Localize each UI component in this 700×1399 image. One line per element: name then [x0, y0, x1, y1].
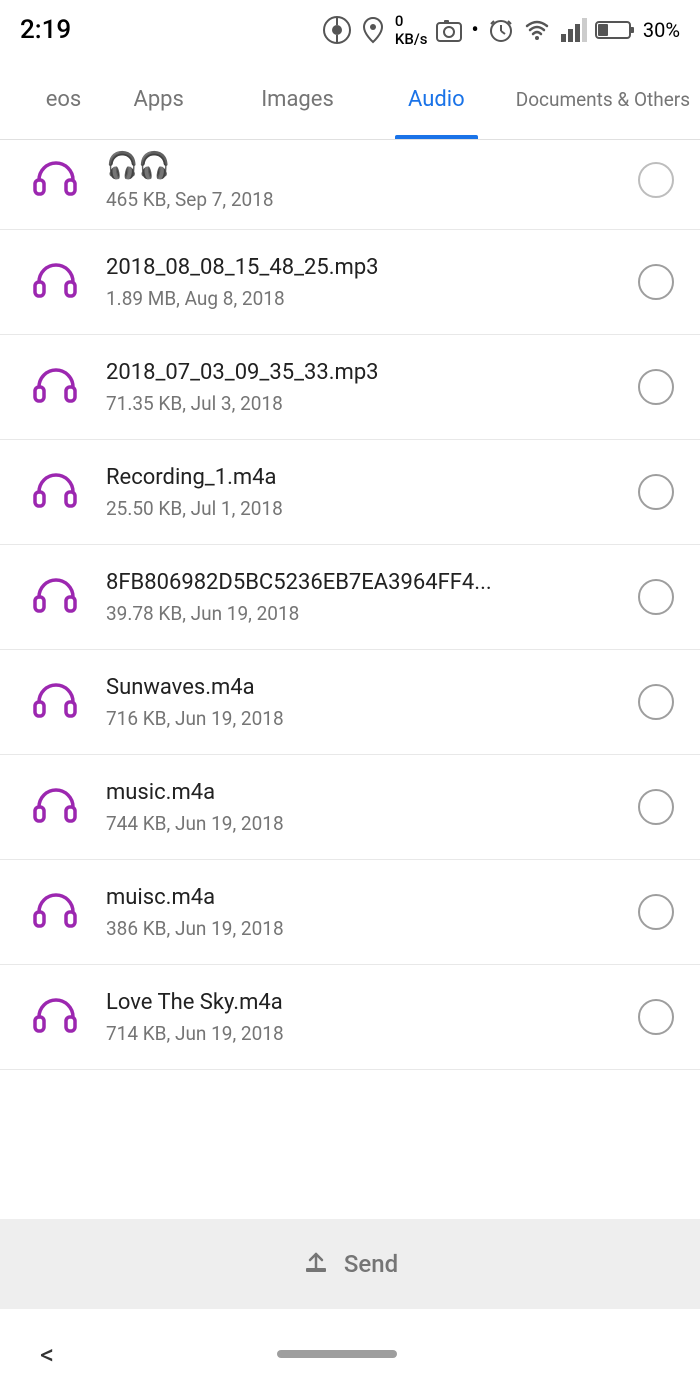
- file-info: music.m4a 744 KB, Jun 19, 2018: [90, 779, 632, 835]
- file-info: Sunwaves.m4a 716 KB, Jun 19, 2018: [90, 674, 632, 730]
- home-indicator[interactable]: [277, 1350, 397, 1358]
- file-info: 🎧🎧 465 KB, Sep 7, 2018: [90, 150, 632, 211]
- file-info: 8FB806982D5BC5236EB7EA3964FF4... 39.78 K…: [90, 569, 632, 625]
- file-meta: 744 KB, Jun 19, 2018: [106, 812, 616, 835]
- file-info: Recording_1.m4a 25.50 KB, Jul 1, 2018: [90, 464, 632, 520]
- file-name: Love The Sky.m4a: [106, 989, 616, 1018]
- battery-icon: [595, 19, 635, 41]
- file-meta: 25.50 KB, Jul 1, 2018: [106, 497, 616, 520]
- audio-icon: [20, 886, 90, 938]
- list-item[interactable]: Love The Sky.m4a 714 KB, Jun 19, 2018: [0, 965, 700, 1070]
- list-item[interactable]: music.m4a 744 KB, Jun 19, 2018: [0, 755, 700, 860]
- file-checkbox[interactable]: [632, 894, 680, 930]
- audio-icon: [20, 571, 90, 623]
- status-icons: 0KB/s •: [323, 12, 680, 48]
- file-checkbox[interactable]: [632, 684, 680, 720]
- audio-icon: [20, 676, 90, 728]
- file-checkbox[interactable]: [632, 369, 680, 405]
- status-time: 2:19: [20, 15, 71, 45]
- file-name: 8FB806982D5BC5236EB7EA3964FF4...: [106, 569, 616, 598]
- list-item[interactable]: 2018_08_08_15_48_25.mp3 1.89 MB, Aug 8, …: [0, 230, 700, 335]
- notification-dot: •: [471, 18, 478, 43]
- audio-icon: [20, 991, 90, 1043]
- tab-documents[interactable]: Documents & Others: [506, 60, 700, 139]
- file-name: muisc.m4a: [106, 884, 616, 913]
- file-checkbox[interactable]: [632, 789, 680, 825]
- data-speed: 0KB/s: [395, 12, 428, 48]
- file-list-container: 🎧🎧 465 KB, Sep 7, 2018 2018_08_08_15_48_…: [0, 140, 700, 1219]
- tab-bar: eos Apps Images Audio Documents & Others: [0, 60, 700, 140]
- camera-icon: [435, 16, 463, 44]
- list-item[interactable]: Sunwaves.m4a 716 KB, Jun 19, 2018: [0, 650, 700, 755]
- battery-percent: 30%: [643, 18, 680, 42]
- status-bar: 2:19 0KB/s •: [0, 0, 700, 60]
- audio-icon: [20, 361, 90, 413]
- audio-icon: [20, 466, 90, 518]
- send-label: Send: [344, 1250, 398, 1278]
- audio-icon: [20, 154, 90, 206]
- file-meta: 71.35 KB, Jul 3, 2018: [106, 392, 616, 415]
- file-checkbox[interactable]: [632, 579, 680, 615]
- file-info: Love The Sky.m4a 714 KB, Jun 19, 2018: [90, 989, 632, 1045]
- signal-icon: [559, 16, 587, 44]
- list-item[interactable]: 2018_07_03_09_35_33.mp3 71.35 KB, Jul 3,…: [0, 335, 700, 440]
- file-meta: 714 KB, Jun 19, 2018: [106, 1022, 616, 1045]
- back-button[interactable]: <: [40, 1338, 54, 1371]
- tab-audio[interactable]: Audio: [367, 60, 506, 139]
- file-checkbox[interactable]: [632, 264, 680, 300]
- tab-images[interactable]: Images: [228, 60, 367, 139]
- file-meta: 386 KB, Jun 19, 2018: [106, 917, 616, 940]
- tab-videos[interactable]: eos: [0, 60, 89, 139]
- file-meta: 716 KB, Jun 19, 2018: [106, 707, 616, 730]
- file-name: music.m4a: [106, 779, 616, 808]
- list-item[interactable]: Recording_1.m4a 25.50 KB, Jul 1, 2018: [0, 440, 700, 545]
- file-meta: 465 KB, Sep 7, 2018: [106, 188, 616, 211]
- send-icon: [302, 1250, 330, 1278]
- list-item[interactable]: 8FB806982D5BC5236EB7EA3964FF4... 39.78 K…: [0, 545, 700, 650]
- send-bar[interactable]: Send: [0, 1219, 700, 1309]
- file-meta: 39.78 KB, Jun 19, 2018: [106, 602, 616, 625]
- file-info: muisc.m4a 386 KB, Jun 19, 2018: [90, 884, 632, 940]
- file-name: 🎧🎧: [106, 150, 616, 184]
- file-name: Recording_1.m4a: [106, 464, 616, 493]
- list-item[interactable]: 🎧🎧 465 KB, Sep 7, 2018: [0, 140, 700, 230]
- file-checkbox[interactable]: [632, 474, 680, 510]
- wifi-icon: [523, 16, 551, 44]
- audio-icon: [20, 256, 90, 308]
- list-item[interactable]: muisc.m4a 386 KB, Jun 19, 2018: [0, 860, 700, 965]
- tab-apps[interactable]: Apps: [89, 60, 228, 139]
- alarm-icon: [487, 16, 515, 44]
- file-meta: 1.89 MB, Aug 8, 2018: [106, 287, 616, 310]
- file-checkbox[interactable]: [632, 162, 680, 198]
- nav-bar: <: [0, 1309, 700, 1399]
- file-info: 2018_08_08_15_48_25.mp3 1.89 MB, Aug 8, …: [90, 254, 632, 310]
- chrome-icon: [323, 16, 351, 44]
- file-info: 2018_07_03_09_35_33.mp3 71.35 KB, Jul 3,…: [90, 359, 632, 415]
- file-name: 2018_08_08_15_48_25.mp3: [106, 254, 616, 283]
- audio-icon: [20, 781, 90, 833]
- file-name: 2018_07_03_09_35_33.mp3: [106, 359, 616, 388]
- file-name: Sunwaves.m4a: [106, 674, 616, 703]
- maps-icon: [359, 16, 387, 44]
- file-checkbox[interactable]: [632, 999, 680, 1035]
